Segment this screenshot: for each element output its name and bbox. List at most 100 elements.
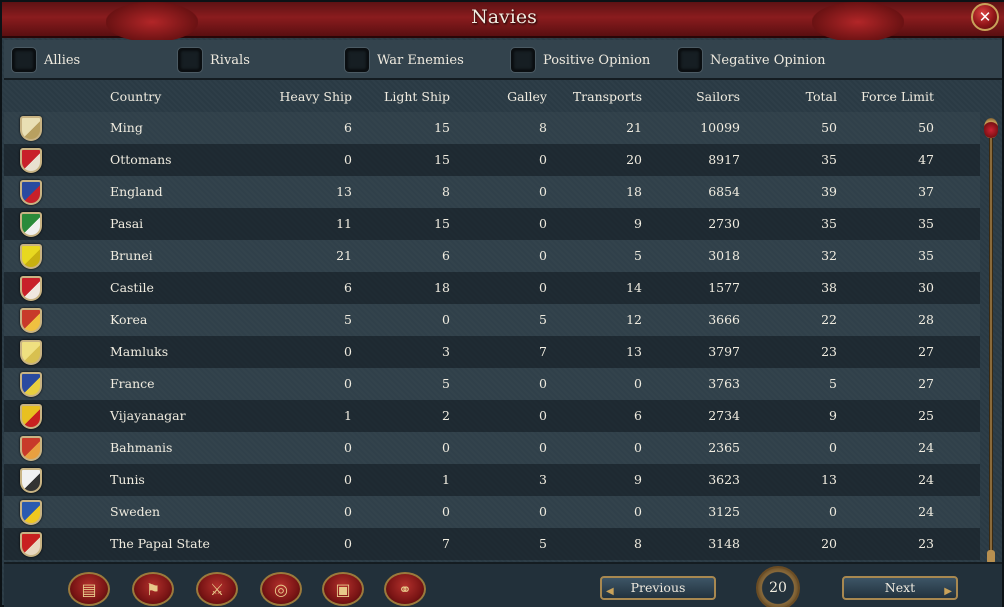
column-header-galley[interactable]: Galley [447,82,547,112]
war-enemies-checkbox[interactable] [345,48,369,72]
force-limit-cell: 30 [918,280,934,295]
table-row[interactable]: Castile 6 18 0 14 1577 38 30 [4,272,980,304]
country-flag-icon[interactable] [20,468,42,493]
country-cell[interactable]: Sweden [110,496,160,528]
military-button[interactable]: ⚔ [196,572,238,606]
table-row[interactable]: Ming 6 15 8 21 10099 50 50 [4,112,980,144]
galley-cell: 0 [539,408,547,423]
light-ship-cell: 6 [442,248,450,263]
country-flag-icon[interactable] [20,500,42,525]
column-header-force-limit[interactable]: Force Limit [834,82,934,112]
scroll-thumb[interactable] [984,118,998,138]
table-row[interactable]: Sweden 0 0 0 0 3125 0 24 [4,496,980,528]
country-cell[interactable]: Bahmanis [110,432,172,464]
force-limit-cell: 24 [918,504,934,519]
table-row[interactable]: France 0 5 0 0 3763 5 27 [4,368,980,400]
heavy-ship-cell: 6 [344,120,352,135]
transports-cell: 18 [626,184,642,199]
heavy-ship-cell: 5 [344,312,352,327]
heavy-ship-cell: 0 [344,440,352,455]
light-ship-cell: 2 [442,408,450,423]
filter-war-enemies[interactable]: War Enemies [345,47,464,73]
coins-icon: ◎ [274,579,288,599]
country-flag-icon[interactable] [20,308,42,333]
scroll-track[interactable] [989,134,993,554]
country-cell[interactable]: England [110,176,163,208]
country-flag-icon[interactable] [20,244,42,269]
table-row[interactable]: Korea 5 0 5 12 3666 22 28 [4,304,980,336]
filter-rivals[interactable]: Rivals [178,47,250,73]
country-cell[interactable]: Vijayanagar [110,400,186,432]
filter-allies[interactable]: Allies [12,47,80,73]
country-cell[interactable]: Brunei [110,240,153,272]
heavy-ship-cell: 0 [344,152,352,167]
sailors-cell: 2734 [708,408,740,423]
column-header-sailors[interactable]: Sailors [640,82,740,112]
filter-label: War Enemies [377,52,464,68]
total-cell: 13 [821,472,837,487]
total-cell: 5 [829,376,837,391]
country-cell[interactable]: Korea [110,304,147,336]
total-cell: 0 [829,440,837,455]
transports-cell: 14 [626,280,642,295]
next-page-button[interactable]: Next ▶ [842,576,958,600]
table-row[interactable]: Ottomans 0 15 0 20 8917 35 47 [4,144,980,176]
country-cell[interactable]: Ming [110,112,143,144]
column-header-heavy-ship[interactable]: Heavy Ship [252,82,352,112]
country-flag-icon[interactable] [20,212,42,237]
transports-cell: 12 [626,312,642,327]
total-cell: 50 [821,120,837,135]
column-header-transports[interactable]: Transports [542,82,642,112]
close-button[interactable]: ✕ [971,3,999,31]
country-cell[interactable]: Tunis [110,464,145,496]
galley-cell: 0 [539,280,547,295]
table-row[interactable]: Tunis 0 1 3 9 3623 13 24 [4,464,980,496]
ledger-button[interactable]: ▤ [68,572,110,606]
total-cell: 39 [821,184,837,199]
table-row[interactable]: Brunei 21 6 0 5 3018 32 35 [4,240,980,272]
allies-checkbox[interactable] [12,48,36,72]
previous-page-button[interactable]: ◀ Previous [600,576,716,600]
country-flag-icon[interactable] [20,532,42,557]
table-row[interactable]: Mamluks 0 3 7 13 3797 23 27 [4,336,980,368]
country-flag-icon[interactable] [20,180,42,205]
heavy-ship-cell: 0 [344,376,352,391]
country-cell[interactable]: France [110,368,155,400]
positive-opinion-checkbox[interactable] [511,48,535,72]
light-ship-cell: 8 [442,184,450,199]
country-flag-icon[interactable] [20,372,42,397]
country-cell[interactable]: Mamluks [110,336,168,368]
filter-negative-opinion[interactable]: Negative Opinion [678,47,826,73]
column-header-total[interactable]: Total [737,82,837,112]
column-header-light-ship[interactable]: Light Ship [350,82,450,112]
sailors-cell: 3623 [708,472,740,487]
country-cell[interactable]: Castile [110,272,154,304]
galley-cell: 0 [539,248,547,263]
negative-opinion-checkbox[interactable] [678,48,702,72]
trade-button[interactable]: ▣ [322,572,364,606]
table-row[interactable]: The Papal State 0 7 5 8 3148 20 23 [4,528,980,560]
country-flag-icon[interactable] [20,404,42,429]
country-flag-icon[interactable] [20,116,42,141]
table-row[interactable]: Pasai 11 15 0 9 2730 35 35 [4,208,980,240]
flag-button[interactable]: ⚑ [132,572,174,606]
column-header-country[interactable]: Country [110,82,161,112]
country-flag-icon[interactable] [20,436,42,461]
transports-cell: 9 [634,216,642,231]
country-cell[interactable]: Pasai [110,208,143,240]
country-flag-icon[interactable] [20,276,42,301]
table-row[interactable]: England 13 8 0 18 6854 39 37 [4,176,980,208]
filter-positive-opinion[interactable]: Positive Opinion [511,47,650,73]
transports-cell: 0 [634,440,642,455]
country-flag-icon[interactable] [20,340,42,365]
country-flag-icon[interactable] [20,148,42,173]
country-cell[interactable]: Ottomans [110,144,172,176]
rivals-checkbox[interactable] [178,48,202,72]
diplomacy-button[interactable]: ⚭ [384,572,426,606]
sailors-cell: 1577 [708,280,740,295]
table-row[interactable]: Bahmanis 0 0 0 0 2365 0 24 [4,432,980,464]
country-cell[interactable]: The Papal State [110,528,210,560]
table-row[interactable]: Vijayanagar 1 2 0 6 2734 9 25 [4,400,980,432]
scrollbar[interactable] [984,114,998,564]
economy-button[interactable]: ◎ [260,572,302,606]
